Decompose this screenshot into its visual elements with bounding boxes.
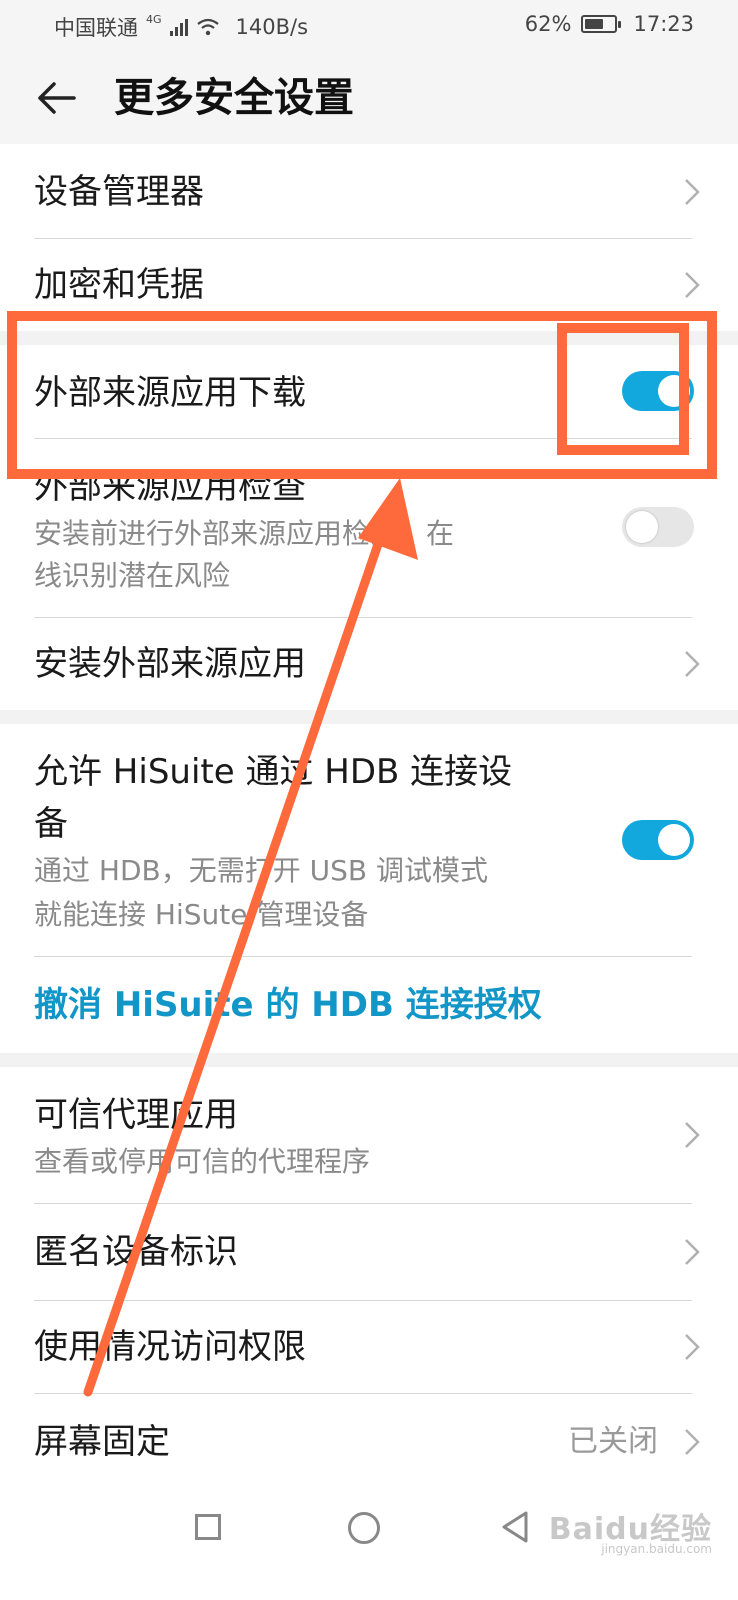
recent-apps-icon[interactable] (195, 1514, 221, 1540)
home-icon[interactable] (348, 1512, 380, 1544)
back-triangle-icon[interactable] (500, 1510, 530, 1544)
item-title: 匿名设备标识 (34, 1232, 238, 1272)
watermark-subtext: jingyan.baidu.com (601, 1542, 712, 1556)
net-speed: 140B/s (235, 15, 309, 39)
arrow-left-icon[interactable] (34, 76, 78, 120)
chevron-right-icon (685, 1429, 700, 1455)
list-item-trust-agents[interactable]: 可信代理应用 查看或停用可信的代理程序 (0, 1067, 738, 1203)
section-gap (0, 710, 738, 724)
status-bar: 中国联通 4G 140B/s 62% 17:23 (0, 0, 738, 52)
list-item-install-external[interactable]: 安装外部来源应用 (0, 618, 738, 710)
toggle-knob (658, 824, 690, 856)
carrier-label: 中国联通 (54, 16, 138, 40)
item-subtitle: 通过 HDB，无需打开 USB 调试模式 (34, 854, 489, 887)
chevron-right-icon (685, 651, 700, 677)
item-title: 屏幕固定 (34, 1422, 170, 1462)
list-item-external-download[interactable]: 外部来源应用下载 (0, 345, 738, 438)
item-title: 外部来源应用下载 (34, 373, 306, 413)
item-subtitle: 线识别潜在风险 (34, 559, 231, 592)
item-title: 设备管理器 (34, 172, 204, 212)
page-title: 更多安全设置 (114, 75, 354, 121)
screen-pinning-value: 已关闭 (568, 1424, 658, 1459)
item-subtitle: 查看或停用可信的代理程序 (34, 1145, 371, 1178)
revoke-hdb-link[interactable]: 撤消 HiSuite 的 HDB 连接授权 (0, 957, 738, 1053)
chevron-right-icon (685, 1122, 700, 1148)
battery-percent: 62% (524, 12, 572, 36)
hisuite-hdb-toggle[interactable] (622, 820, 694, 860)
item-title: 外部来源应用检查 (34, 467, 306, 507)
item-title: 使用情况访问权限 (34, 1327, 306, 1367)
item-title: 允许 HiSuite 通过 HDB 连接设 (34, 752, 513, 792)
chevron-right-icon (685, 272, 700, 298)
chevron-right-icon (685, 1239, 700, 1265)
battery-icon (581, 15, 622, 33)
status-right: 62% 17:23 (525, 12, 694, 36)
list-item-encryption[interactable]: 加密和凭据 (0, 239, 738, 331)
app-bar: 更多安全设置 (0, 52, 738, 144)
toggle-knob (658, 375, 690, 407)
external-check-toggle[interactable] (622, 507, 694, 547)
item-title: 可信代理应用 (34, 1095, 238, 1135)
external-download-toggle[interactable] (622, 371, 694, 411)
section-gap (0, 1053, 738, 1067)
item-title: 安装外部来源应用 (34, 644, 306, 684)
item-title: 加密和凭据 (34, 265, 204, 305)
section-gap (0, 331, 738, 345)
item-subtitle: 安装前进行外部来源应用检查，在 (34, 517, 455, 550)
status-left: 中国联通 4G 140B/s (54, 12, 308, 42)
revoke-hdb-label: 撤消 HiSuite 的 HDB 连接授权 (34, 985, 542, 1025)
clock: 17:23 (633, 12, 694, 36)
list-item-screen-pinning[interactable]: 屏幕固定 已关闭 (0, 1394, 738, 1490)
item-subtitle: 就能连接 HiSute 管理设备 (34, 898, 369, 931)
signal-icon (169, 18, 188, 36)
list-item-device-admin[interactable]: 设备管理器 (0, 144, 738, 238)
network-type: 4G (146, 12, 162, 26)
list-item-anonymous-id[interactable]: 匿名设备标识 (0, 1204, 738, 1300)
item-title: 备 (34, 804, 68, 844)
wifi-icon (196, 18, 219, 36)
chevron-right-icon (685, 179, 700, 205)
chevron-right-icon (685, 1334, 700, 1360)
list-item-external-check[interactable]: 外部来源应用检查 安装前进行外部来源应用检查，在 线识别潜在风险 (0, 439, 738, 617)
toggle-knob (626, 511, 658, 543)
list-item-hisuite-hdb[interactable]: 允许 HiSuite 通过 HDB 连接设 备 通过 HDB，无需打开 USB … (0, 724, 738, 956)
navigation-bar: Baidu经验 jingyan.baidu.com (0, 1490, 738, 1600)
list-item-usage-access[interactable]: 使用情况访问权限 (0, 1301, 738, 1393)
